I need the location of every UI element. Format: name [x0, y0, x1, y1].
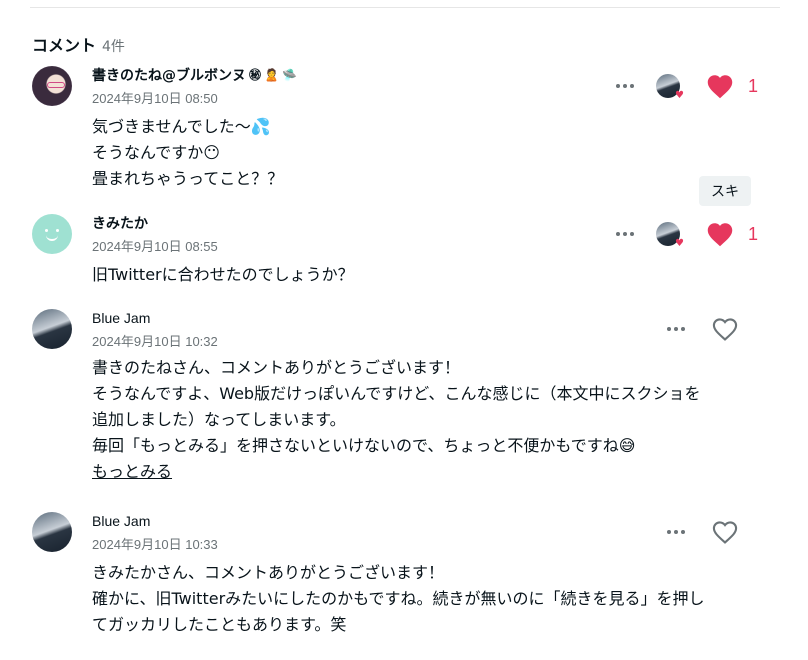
comment-body: きみたかさん、コメントありがとうございます！ 確かに、旧Twitterみたいにし…	[92, 560, 705, 638]
heart-filled-icon	[707, 223, 733, 247]
like-button[interactable]	[706, 221, 734, 247]
secret-badge-icon: ㊙	[249, 68, 262, 82]
comments-header: コメント 4件	[32, 32, 125, 56]
like-button[interactable]	[706, 73, 734, 99]
like-button[interactable]	[711, 519, 739, 545]
comment-body: 書きのたねさん、コメントありがとうございます！ そうなんですよ、Web版だけっぽ…	[92, 355, 700, 485]
comment-line: 確かに、旧Twitterみたいにしたのかもですね。続きが無いのに「続きを見る」を…	[92, 589, 705, 608]
like-count[interactable]: 1	[748, 224, 758, 245]
comment-line: 毎回「もっとみる」を押さないといけないので、ちょっと不便かもですね😅	[92, 436, 636, 455]
comment-line: そうなんですか	[92, 143, 204, 162]
comment-body: 気づきませんでした～💦 そうなんですか😶 畳まれちゃうってこと？？	[92, 114, 283, 192]
heart-filled-icon	[707, 75, 733, 99]
like-button[interactable]	[711, 316, 739, 342]
comment-date[interactable]: 2024年9月10日 08:50	[92, 88, 297, 107]
heart-small-icon: ♥	[675, 238, 684, 249]
comments-count: 4件	[102, 39, 125, 55]
avatar[interactable]	[32, 309, 72, 349]
liker-avatar[interactable]: ♥	[656, 74, 684, 101]
comment-body: 旧Twitterに合わせたのでしょうか？	[92, 262, 354, 288]
ufo-emoji-icon: 🛸	[281, 68, 297, 82]
avatar[interactable]	[32, 214, 72, 254]
heart-outline-icon	[712, 521, 738, 544]
person-emoji-icon: 🙎	[264, 68, 279, 82]
more-options-icon[interactable]	[663, 522, 689, 542]
comment-date[interactable]: 2024年9月10日 10:32	[92, 331, 218, 350]
comment-line: 気づきませんでした～	[92, 117, 251, 136]
show-more-link[interactable]: もっとみる	[92, 462, 172, 481]
author-name[interactable]: きみたか	[92, 214, 218, 232]
like-tooltip: スキ	[699, 176, 751, 206]
more-options-icon[interactable]	[612, 224, 638, 244]
like-count[interactable]: 1	[748, 76, 758, 97]
more-options-icon[interactable]	[612, 76, 638, 96]
top-divider	[30, 7, 780, 8]
comment-line: 畳まれちゃうってこと？？	[92, 169, 284, 188]
heart-outline-icon	[712, 318, 738, 341]
avatar[interactable]	[32, 66, 72, 106]
comment-date[interactable]: 2024年9月10日 10:33	[92, 534, 218, 553]
comment-line: てガッカリしたこともあります。笑	[92, 615, 347, 634]
author-name[interactable]: Blue Jam	[92, 512, 218, 530]
comment-author[interactable]: 書きのたね@ブルボンヌ ㊙ 🙎 🛸	[92, 66, 297, 84]
comment-line: 旧Twitterに合わせたのでしょうか？	[92, 265, 354, 284]
comment-line: 追加しました）なってしまいます。	[92, 410, 346, 429]
comment-line: そうなんですよ、Web版だけっぽいんですけど、こんな感じに（本文中にスクショを	[92, 384, 701, 403]
author-name[interactable]: Blue Jam	[92, 309, 218, 327]
comment-item: 書きのたね@ブルボンヌ ㊙ 🙎 🛸 2024年9月10日 08:50 気づきませ…	[32, 66, 772, 196]
comments-title: コメント	[32, 36, 97, 55]
sweat-drops-emoji: 💦	[250, 117, 271, 136]
no-mouth-face-emoji: 😶	[203, 143, 220, 162]
comment-item: きみたか 2024年9月10日 08:55 旧Twitterに合わせたのでしょう…	[32, 214, 772, 294]
comment-line: 書きのたねさん、コメントありがとうございます！	[92, 358, 461, 377]
comment-date[interactable]: 2024年9月10日 08:55	[92, 236, 218, 255]
author-name[interactable]: 書きのたね@ブルボンヌ	[92, 65, 246, 85]
heart-small-icon: ♥	[675, 90, 684, 101]
avatar[interactable]	[32, 512, 72, 552]
more-options-icon[interactable]	[663, 319, 689, 339]
comment-item: Blue Jam 2024年9月10日 10:32 書きのたねさん、コメントあり…	[32, 309, 772, 489]
liker-avatar[interactable]: ♥	[656, 222, 684, 249]
comment-item: Blue Jam 2024年9月10日 10:33 きみたかさん、コメントありが…	[32, 512, 772, 642]
comment-line: きみたかさん、コメントありがとうございます！	[92, 563, 445, 582]
